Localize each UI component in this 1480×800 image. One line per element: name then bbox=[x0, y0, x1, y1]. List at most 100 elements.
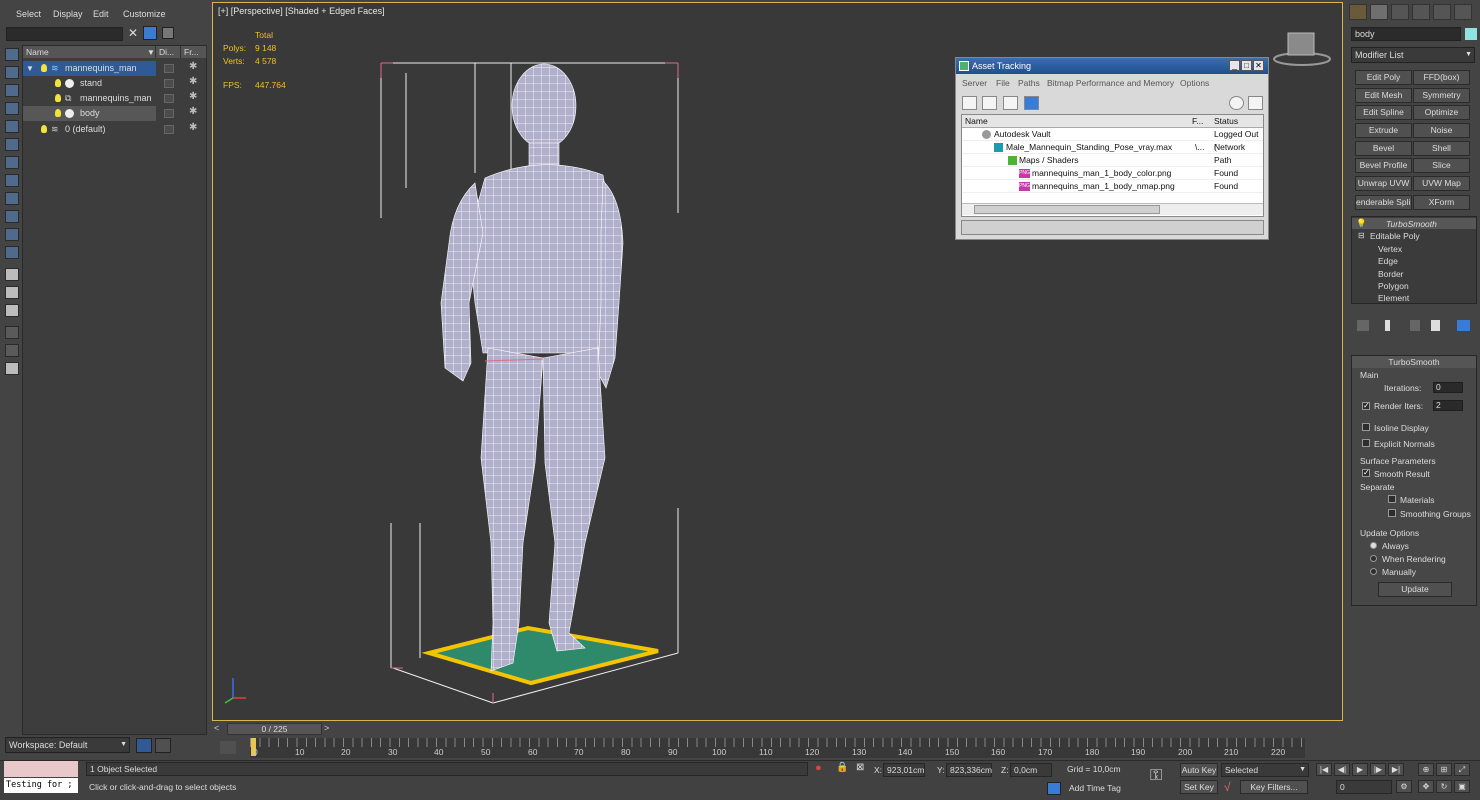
stack-item-element[interactable]: Element bbox=[1378, 293, 1409, 303]
create-tab-icon[interactable] bbox=[1349, 4, 1367, 20]
freeze-toggle-icon[interactable]: ✱ bbox=[189, 91, 197, 102]
stack-item-border[interactable]: Border bbox=[1378, 269, 1404, 279]
manually-radio[interactable] bbox=[1370, 568, 1377, 575]
stack-item-turbosmooth[interactable]: TurboSmooth bbox=[1386, 219, 1437, 229]
column-name[interactable]: Name bbox=[965, 115, 988, 128]
orbit-icon[interactable]: ↻ bbox=[1436, 780, 1452, 793]
minimize-icon[interactable]: _ bbox=[1229, 60, 1240, 71]
set-key-button[interactable]: Set Key bbox=[1180, 780, 1218, 794]
menu-edit[interactable]: Edit bbox=[93, 9, 109, 19]
selection-set-dropdown[interactable]: Selected ▼ bbox=[1221, 763, 1309, 777]
smoothing-groups-checkbox[interactable] bbox=[1388, 509, 1396, 517]
current-frame-field[interactable]: 0 bbox=[1336, 780, 1392, 794]
horizontal-scrollbar[interactable] bbox=[962, 203, 1263, 215]
key-mode-icon[interactable]: √ bbox=[1224, 780, 1231, 794]
freeze-toggle-icon[interactable]: ✱ bbox=[189, 76, 197, 87]
column-display[interactable]: Di... bbox=[156, 46, 181, 58]
helpers-filter-icon[interactable] bbox=[5, 174, 19, 187]
render-iters-checkbox[interactable]: ✓ bbox=[1362, 402, 1370, 410]
prev-frame-icon[interactable]: < bbox=[214, 723, 227, 735]
maxscript-listener-pink[interactable] bbox=[4, 761, 78, 777]
rollout-title[interactable]: TurboSmooth bbox=[1352, 356, 1476, 368]
zoom-icon[interactable]: ⊕ bbox=[1418, 763, 1434, 776]
stack-item-editable-poly[interactable]: Editable Poly bbox=[1370, 231, 1420, 241]
layer-icon[interactable] bbox=[162, 27, 174, 39]
asset-tracking-titlebar[interactable]: Asset Tracking _ □ ✕ bbox=[956, 58, 1268, 74]
shell-button[interactable]: Shell bbox=[1413, 141, 1470, 156]
explorer-search-input[interactable] bbox=[6, 27, 123, 41]
geometry-filter-icon[interactable] bbox=[5, 102, 19, 115]
maximize-viewport-icon[interactable]: ▣ bbox=[1454, 780, 1470, 793]
lightbulb-icon[interactable] bbox=[55, 94, 61, 102]
y-coordinate-field[interactable]: 823,336cm bbox=[946, 763, 992, 777]
auto-key-button[interactable]: Auto Key bbox=[1180, 763, 1218, 777]
asset-row-nmap-png[interactable]: PNG mannequins_man_1_body_nmap.png Found bbox=[962, 180, 1263, 193]
menu-file[interactable]: File bbox=[996, 78, 1010, 88]
show-end-result-icon[interactable] bbox=[1385, 320, 1390, 331]
hierarchy-icon[interactable] bbox=[155, 738, 171, 753]
menu-bitmap-performance[interactable]: Bitmap Performance and Memory bbox=[1047, 78, 1174, 88]
lightbulb-icon[interactable]: 💡 bbox=[1356, 218, 1367, 229]
configure-sets-icon[interactable] bbox=[1457, 320, 1470, 331]
display-toggle-icon[interactable] bbox=[164, 109, 174, 118]
column-full-path[interactable]: F... bbox=[1192, 115, 1203, 128]
lightbulb-icon[interactable] bbox=[55, 109, 61, 117]
filter-icon[interactable] bbox=[143, 26, 157, 40]
uvw-map-button[interactable]: UVW Map bbox=[1413, 176, 1470, 191]
clear-search-icon[interactable]: ✕ bbox=[128, 26, 138, 40]
edit-mesh-button[interactable]: Edit Mesh bbox=[1355, 88, 1412, 103]
previous-frame-icon[interactable]: ◀| bbox=[1334, 763, 1350, 776]
z-coordinate-field[interactable]: 0,0cm bbox=[1010, 763, 1052, 777]
sort-icon[interactable] bbox=[5, 344, 19, 357]
menu-select[interactable]: Select bbox=[16, 9, 41, 19]
stack-item-edge[interactable]: Edge bbox=[1378, 256, 1398, 266]
bevel-profile-button[interactable]: Bevel Profile bbox=[1355, 158, 1412, 173]
display-children-icon[interactable] bbox=[5, 268, 19, 281]
utilities-tab-icon[interactable] bbox=[1454, 4, 1472, 20]
next-frame-icon[interactable]: > bbox=[324, 723, 337, 735]
freeze-toggle-icon[interactable]: ✱ bbox=[189, 122, 197, 133]
lightbulb-icon[interactable] bbox=[41, 64, 47, 72]
modify-tab-icon[interactable] bbox=[1370, 4, 1388, 20]
collapse-icon[interactable]: ⊟ bbox=[1358, 231, 1365, 240]
optimize-button[interactable]: Optimize bbox=[1413, 105, 1470, 120]
settings-icon[interactable] bbox=[1248, 96, 1263, 110]
select-all-icon[interactable] bbox=[5, 48, 19, 61]
freeze-toggle-icon[interactable]: ✱ bbox=[189, 61, 197, 72]
menu-paths[interactable]: Paths bbox=[1018, 78, 1040, 88]
workspace-dropdown[interactable]: Workspace: Default ▼ bbox=[5, 737, 130, 753]
zoom-all-icon[interactable]: ⊞ bbox=[1436, 763, 1452, 776]
spacewarps-filter-icon[interactable] bbox=[5, 192, 19, 205]
key-icon[interactable]: ⚿ bbox=[1150, 767, 1162, 785]
tree-row-mannequins-man[interactable]: ⧉ mannequins_man bbox=[23, 91, 206, 106]
expand-arrow-icon[interactable]: ▼ bbox=[26, 61, 34, 76]
freeze-toggle-icon[interactable]: ✱ bbox=[189, 106, 197, 117]
column-status[interactable]: Status bbox=[1214, 115, 1238, 128]
unwrap-uvw-button[interactable]: Unwrap UVW bbox=[1355, 176, 1412, 191]
display-dependents-icon[interactable] bbox=[5, 304, 19, 317]
groups-filter-icon[interactable] bbox=[5, 210, 19, 223]
tree-row-body[interactable]: body bbox=[23, 106, 156, 121]
asset-row-maps[interactable]: Maps / Shaders bbox=[962, 154, 1263, 167]
tree-row-stand[interactable]: stand bbox=[23, 76, 206, 91]
maximize-icon[interactable]: □ bbox=[1241, 60, 1252, 71]
materials-checkbox[interactable] bbox=[1388, 495, 1396, 503]
cameras-filter-icon[interactable] bbox=[5, 156, 19, 169]
stack-item-polygon[interactable]: Polygon bbox=[1378, 281, 1409, 291]
extrude-button[interactable]: Extrude bbox=[1355, 123, 1412, 138]
bevel-button[interactable]: Bevel bbox=[1355, 141, 1412, 156]
menu-server[interactable]: Server bbox=[962, 78, 987, 88]
asset-row-max-file[interactable]: Male_Mannequin_Standing_Pose_vray.max \.… bbox=[962, 141, 1263, 165]
lights-filter-icon[interactable] bbox=[5, 138, 19, 151]
make-unique-icon[interactable] bbox=[1410, 320, 1420, 331]
select-none-icon[interactable] bbox=[5, 66, 19, 79]
play-icon[interactable]: ▶ bbox=[1352, 763, 1368, 776]
time-slider-thumb[interactable]: 0 / 225 bbox=[227, 723, 322, 735]
display-toggle-icon[interactable] bbox=[164, 94, 174, 103]
funnel-icon[interactable] bbox=[5, 326, 19, 339]
iterations-spinner[interactable]: 0 bbox=[1433, 382, 1463, 393]
smooth-result-checkbox[interactable]: ✓ bbox=[1362, 469, 1370, 477]
help-icon[interactable] bbox=[1229, 96, 1244, 110]
go-to-start-icon[interactable]: |◀ bbox=[1316, 763, 1332, 776]
display-toggle-icon[interactable] bbox=[164, 79, 174, 88]
